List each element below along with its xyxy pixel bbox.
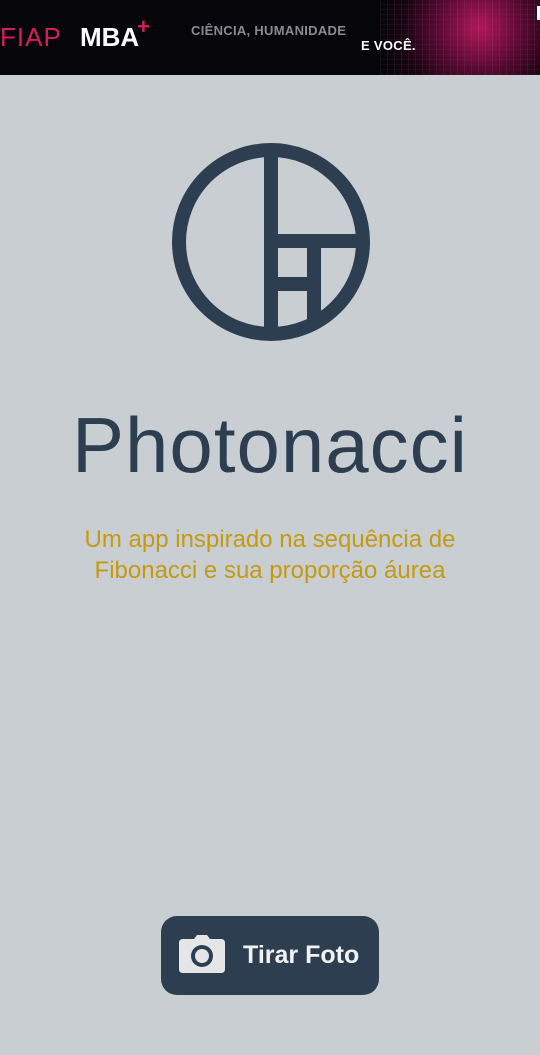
fibonacci-spiral-logo-icon xyxy=(172,143,370,341)
banner-brand-mba: MBA xyxy=(80,22,140,52)
take-photo-label: Tirar Foto xyxy=(243,941,360,969)
banner-tagline-line1: CIÊNCIA, HUMANIDADE xyxy=(191,23,347,38)
banner-brand-plus: + xyxy=(137,14,150,39)
app-subtitle: Um app inspirado na sequência de Fibonac… xyxy=(84,526,456,584)
app-title: Photonacci xyxy=(72,401,468,489)
ad-banner[interactable]: FIAP MBA + CIÊNCIA, HUMANIDADE E VOCÊ. xyxy=(0,0,540,75)
camera-icon xyxy=(179,935,225,973)
take-photo-button[interactable]: Tirar Foto xyxy=(161,916,379,995)
banner-brand-fiap: FIAP xyxy=(0,22,62,52)
banner-tagline-line2: E VOCÊ. xyxy=(361,38,416,53)
app-screen: FIAP MBA + CIÊNCIA, HUMANIDADE E VOCÊ. P… xyxy=(0,0,540,1055)
